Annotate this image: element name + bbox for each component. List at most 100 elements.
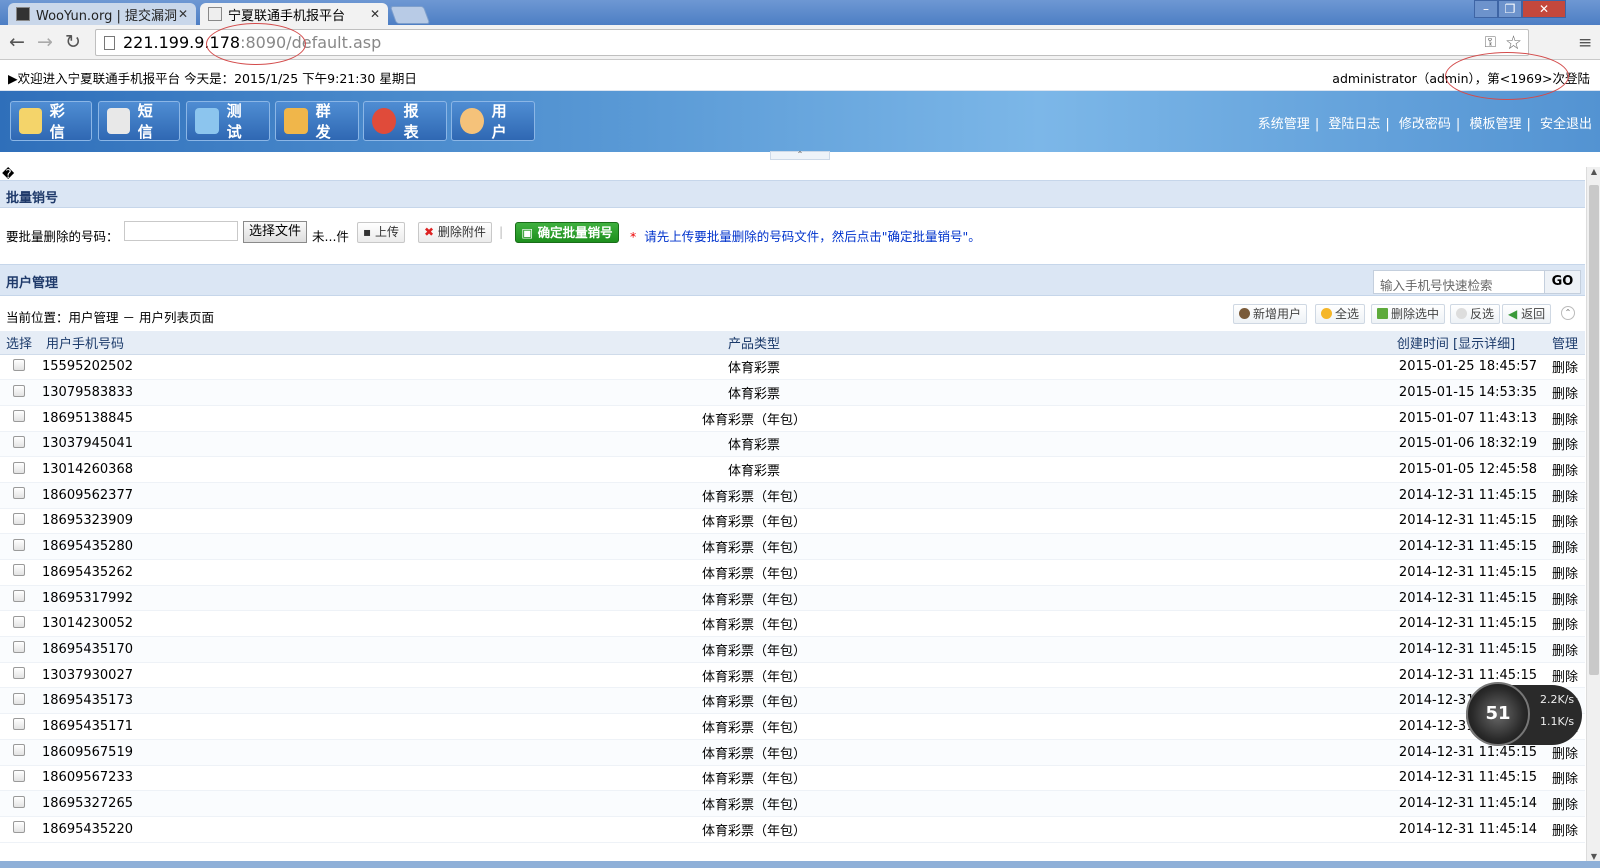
add-user-button[interactable]: 新增用户 xyxy=(1233,304,1308,324)
delete-selected-button[interactable]: 删除选中 xyxy=(1371,304,1446,324)
confirm-batch-delete-button[interactable]: ▣ 确定批量销号 xyxy=(515,222,619,243)
nav-sms-button[interactable]: 短信 xyxy=(98,101,180,141)
col-created-time[interactable]: 创建时间 [显示详细] xyxy=(1375,331,1545,355)
row-select[interactable] xyxy=(0,765,38,792)
collapse-up-icon[interactable]: ⌃ xyxy=(1561,306,1575,320)
row-checkbox[interactable] xyxy=(13,487,25,500)
row-delete-link[interactable]: 删除 xyxy=(1545,354,1585,381)
network-speed-widget[interactable]: 51 2.2K/s 1.1K/s xyxy=(1466,682,1582,746)
vertical-scrollbar[interactable]: ▲ ▼ xyxy=(1586,167,1600,861)
row-checkbox[interactable] xyxy=(13,795,25,808)
row-checkbox[interactable] xyxy=(13,384,25,397)
row-checkbox[interactable] xyxy=(13,358,25,371)
row-select[interactable] xyxy=(0,559,38,586)
row-select[interactable] xyxy=(0,662,38,689)
bookmark-star-icon[interactable]: ☆ xyxy=(1505,32,1522,54)
row-select[interactable] xyxy=(0,354,38,381)
row-select[interactable] xyxy=(0,816,38,843)
restore-button[interactable]: ❐ xyxy=(1498,0,1522,18)
row-checkbox[interactable] xyxy=(13,667,25,680)
row-delete-link[interactable]: 删除 xyxy=(1545,765,1585,792)
key-icon[interactable]: ⚿ xyxy=(1485,33,1496,51)
row-delete-link[interactable]: 删除 xyxy=(1545,610,1585,638)
row-select[interactable] xyxy=(0,790,38,817)
select-all-button[interactable]: 全选 xyxy=(1315,304,1366,324)
row-delete-link[interactable]: 删除 xyxy=(1545,585,1585,612)
row-checkbox[interactable] xyxy=(13,744,25,757)
scroll-down-icon[interactable]: ▼ xyxy=(1587,852,1600,861)
menu-icon[interactable]: ≡ xyxy=(1578,33,1592,53)
scroll-up-icon[interactable]: ▲ xyxy=(1587,167,1600,176)
collapse-header-toggle[interactable]: ⌃ xyxy=(770,151,830,160)
nav-user-button[interactable]: 用户 xyxy=(451,101,535,141)
row-delete-link[interactable]: 删除 xyxy=(1545,790,1585,817)
row-delete-link[interactable]: 删除 xyxy=(1545,405,1585,432)
row-select[interactable] xyxy=(0,482,38,509)
row-select[interactable] xyxy=(0,636,38,663)
search-go-button[interactable]: GO xyxy=(1544,271,1580,293)
invert-selection-button[interactable]: 反选 xyxy=(1450,304,1501,324)
row-delete-link[interactable]: 删除 xyxy=(1545,431,1585,458)
row-select[interactable] xyxy=(0,713,38,740)
row-select[interactable] xyxy=(0,533,38,560)
row-select[interactable] xyxy=(0,610,38,638)
tab-wooyun[interactable]: WooYun.org | 提交漏洞 ✕ xyxy=(8,3,196,25)
tab-platform[interactable]: 宁夏联通手机报平台 ✕ xyxy=(200,3,388,25)
row-checkbox[interactable] xyxy=(13,641,25,654)
row-checkbox[interactable] xyxy=(13,512,25,525)
row-checkbox[interactable] xyxy=(13,692,25,705)
reload-icon[interactable]: ↻ xyxy=(62,31,84,53)
link-change-password[interactable]: 修改密码 xyxy=(1399,117,1451,132)
row-checkbox[interactable] xyxy=(13,615,25,628)
row-checkbox[interactable] xyxy=(13,821,25,834)
file-path-field[interactable] xyxy=(124,221,238,241)
row-delete-link[interactable]: 删除 xyxy=(1545,816,1585,843)
row-delete-link[interactable]: 删除 xyxy=(1545,508,1585,535)
nav-test-button[interactable]: 测试 xyxy=(186,101,270,141)
nav-mms-button[interactable]: 彩信 xyxy=(10,101,92,141)
tab-close-icon[interactable]: ✕ xyxy=(370,7,380,21)
link-login-log[interactable]: 登陆日志 xyxy=(1328,117,1380,132)
tab-close-icon[interactable]: ✕ xyxy=(178,7,188,21)
scroll-thumb[interactable] xyxy=(1589,185,1599,675)
row-checkbox[interactable] xyxy=(13,564,25,577)
row-delete-link[interactable]: 删除 xyxy=(1545,482,1585,509)
row-select[interactable] xyxy=(0,739,38,766)
link-system-admin[interactable]: 系统管理 xyxy=(1258,117,1310,132)
row-checkbox[interactable] xyxy=(13,538,25,551)
row-delete-link[interactable]: 删除 xyxy=(1545,533,1585,560)
back-arrow-icon[interactable]: ← xyxy=(6,31,28,53)
row-select[interactable] xyxy=(0,405,38,432)
row-select[interactable] xyxy=(0,456,38,483)
row-select[interactable] xyxy=(0,585,38,612)
row-delete-link[interactable]: 删除 xyxy=(1545,456,1585,483)
row-select[interactable] xyxy=(0,379,38,406)
nav-report-button[interactable]: 报表 xyxy=(363,101,447,141)
row-checkbox[interactable] xyxy=(13,769,25,782)
col-product: 产品类型 xyxy=(133,331,1375,355)
row-select[interactable] xyxy=(0,508,38,535)
delete-attachment-button[interactable]: ✖ 删除附件 xyxy=(418,222,492,243)
row-checkbox[interactable] xyxy=(13,590,25,603)
row-select[interactable] xyxy=(0,431,38,458)
link-logout[interactable]: 安全退出 xyxy=(1540,117,1592,132)
forward-arrow-icon[interactable]: → xyxy=(34,31,56,53)
link-template-admin[interactable]: 模板管理 xyxy=(1469,117,1521,132)
new-tab-button[interactable] xyxy=(389,6,431,24)
row-checkbox[interactable] xyxy=(13,435,25,448)
upload-button[interactable]: ▪ 上传 xyxy=(357,222,405,243)
row-checkbox[interactable] xyxy=(13,718,25,731)
row-checkbox[interactable] xyxy=(13,461,25,474)
row-delete-link[interactable]: 删除 xyxy=(1545,636,1585,663)
back-button[interactable]: ◀ 返回 xyxy=(1502,304,1552,324)
row-select[interactable] xyxy=(0,687,38,715)
row-delete-link[interactable]: 删除 xyxy=(1545,559,1585,586)
minimize-button[interactable]: – xyxy=(1474,0,1498,18)
address-bar[interactable]: 221.199.9.178:8090/default.asp ⚿ ☆ xyxy=(95,29,1529,56)
row-checkbox[interactable] xyxy=(13,410,25,423)
close-window-button[interactable]: ✕ xyxy=(1522,0,1566,18)
nav-broadcast-button[interactable]: 群发 xyxy=(275,101,359,141)
phone-search-input[interactable]: 输入手机号快速检索 xyxy=(1374,271,1544,293)
choose-file-button[interactable]: 选择文件 xyxy=(243,221,307,243)
row-delete-link[interactable]: 删除 xyxy=(1545,379,1585,406)
